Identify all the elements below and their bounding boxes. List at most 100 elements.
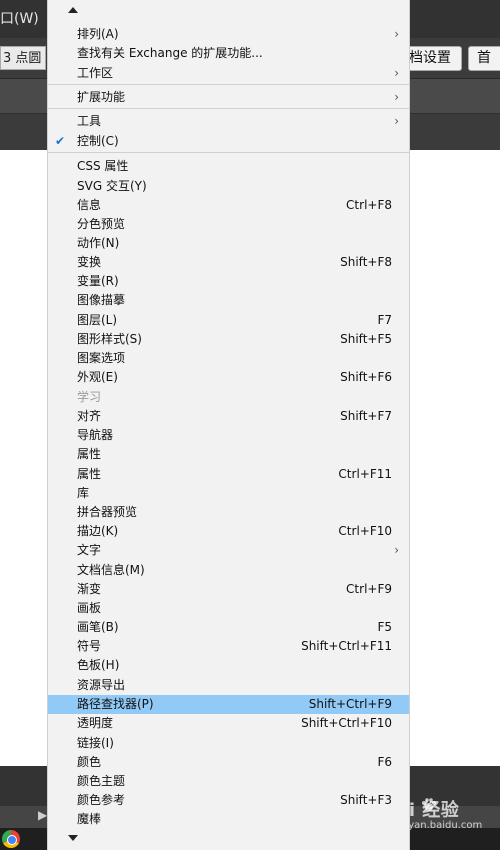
menu-item[interactable]: 颜色主题 xyxy=(48,772,409,791)
menu-item[interactable]: 外观(E) Shift+F6 xyxy=(48,368,409,387)
submenu-arrow-icon: › xyxy=(394,27,399,41)
menu-item[interactable]: 变量(R) xyxy=(48,272,409,291)
menu-item[interactable]: 图像描摹 xyxy=(48,291,409,310)
submenu-arrow-icon: › xyxy=(394,66,399,80)
menu-separator xyxy=(48,108,409,109)
menu-item[interactable]: 工作区 › xyxy=(48,64,409,83)
menu-item-shortcut: F7 xyxy=(377,313,392,327)
menu-item[interactable]: 资源导出 xyxy=(48,676,409,695)
menu-item[interactable]: 排列(A) › xyxy=(48,25,409,44)
submenu-arrow-icon: › xyxy=(394,543,399,557)
scroll-down-button[interactable] xyxy=(48,828,409,848)
window-menu[interactable]: 口(W) xyxy=(0,8,39,28)
illustrator-window: 口(W) 3 点圆 档设置 首 ▶ Bai 经验 jingyan.baidu.c… xyxy=(0,0,500,850)
menu-item[interactable]: 颜色参考 Shift+F3 xyxy=(48,791,409,810)
menu-item[interactable]: 颜色 F6 xyxy=(48,753,409,772)
menu-item-label: 学习 xyxy=(77,390,102,404)
menu-item[interactable]: ✔ 控制(C) xyxy=(48,132,409,151)
menu-item-shortcut: Ctrl+F8 xyxy=(346,198,392,212)
menu-item[interactable]: CSS 属性 xyxy=(48,157,409,176)
menu-item[interactable]: 文档信息(M) xyxy=(48,561,409,580)
menu-item[interactable]: 属性 xyxy=(48,445,409,464)
menu-item-label: 文字 xyxy=(77,543,102,557)
menu-item-shortcut: Ctrl+F11 xyxy=(338,467,392,481)
scroll-up-button[interactable] xyxy=(48,0,409,20)
menu-item[interactable]: 魔棒 xyxy=(48,810,409,829)
menu-item-shortcut: F6 xyxy=(377,755,392,769)
menu-item[interactable]: 透明度 Shift+Ctrl+F10 xyxy=(48,714,409,733)
menu-item-label: 工作区 xyxy=(77,66,114,80)
menu-item-label: 外观(E) xyxy=(77,370,118,384)
menu-item[interactable]: 图形样式(S) Shift+F5 xyxy=(48,330,409,349)
menu-separator xyxy=(48,84,409,85)
point-field[interactable]: 3 点圆 xyxy=(0,46,46,70)
menu-item-label: 链接(I) xyxy=(77,736,114,750)
menu-item[interactable]: 拼合器预览 xyxy=(48,503,409,522)
menu-item-label: 路径查找器(P) xyxy=(77,697,154,711)
menu-separator xyxy=(48,152,409,153)
menu-item[interactable]: 工具 › xyxy=(48,112,409,131)
menu-item[interactable]: 文字 › xyxy=(48,541,409,560)
menu-item-label: 库 xyxy=(77,486,90,500)
menu-item[interactable]: 画笔(B) F5 xyxy=(48,618,409,637)
menu-item[interactable]: 画板 xyxy=(48,599,409,618)
menu-item-label: 排列(A) xyxy=(77,27,119,41)
submenu-arrow-icon: › xyxy=(394,90,399,104)
menu-item-label: 对齐 xyxy=(77,409,102,423)
window-dropdown-menu: 排列(A) › 查找有关 Exchange 的扩展功能... 工作区 › 扩展功能 › 工具 ›… xyxy=(47,0,410,850)
menu-item[interactable]: 属性 Ctrl+F11 xyxy=(48,465,409,484)
menu-item[interactable]: 链接(I) xyxy=(48,734,409,753)
menu-item[interactable]: 分色预览 xyxy=(48,215,409,234)
scroll-up-icon xyxy=(68,7,78,13)
menu-item-label: 图形样式(S) xyxy=(77,332,142,346)
menu-item[interactable]: 变换 Shift+F8 xyxy=(48,253,409,272)
menu-item[interactable]: 色板(H) xyxy=(48,656,409,675)
menu-item[interactable]: 对齐 Shift+F7 xyxy=(48,407,409,426)
menu-item-label: 颜色 xyxy=(77,755,102,769)
menu-item-label: 拼合器预览 xyxy=(77,505,138,519)
menu-item-label: 导航器 xyxy=(77,428,114,442)
menu-item-label: 颜色参考 xyxy=(77,793,126,807)
menu-item-label: 控制(C) xyxy=(77,134,119,148)
menu-item: 学习 xyxy=(48,388,409,407)
menu-item-shortcut: Shift+F3 xyxy=(340,793,392,807)
menu-item[interactable]: 路径查找器(P) Shift+Ctrl+F9 xyxy=(48,695,409,714)
status-arrow-icon[interactable]: ▶ xyxy=(38,808,47,822)
menu-item-label: 画板 xyxy=(77,601,102,615)
menu-item-label: 扩展功能 xyxy=(77,90,126,104)
menu-item-label: 画笔(B) xyxy=(77,620,119,634)
menu-item[interactable]: SVG 交互(Y) xyxy=(48,177,409,196)
menu-item-label: 分色预览 xyxy=(77,217,126,231)
browser-icon[interactable] xyxy=(2,830,20,848)
preferences-button[interactable]: 首 xyxy=(468,46,500,71)
menu-item[interactable]: 图层(L) F7 xyxy=(48,311,409,330)
menu-item[interactable]: 信息 Ctrl+F8 xyxy=(48,196,409,215)
menu-item-label: CSS 属性 xyxy=(77,159,129,173)
menu-item-label: 工具 xyxy=(77,114,102,128)
scroll-down-icon xyxy=(68,835,78,841)
menu-item-label: 文档信息(M) xyxy=(77,563,145,577)
menu-item-label: 查找有关 Exchange 的扩展功能... xyxy=(77,46,263,60)
menu-item-shortcut: F5 xyxy=(377,620,392,634)
checkmark-icon: ✔ xyxy=(55,134,66,148)
menu-item-shortcut: Shift+F6 xyxy=(340,370,392,384)
menu-item-label: 信息 xyxy=(77,198,102,212)
menu-item[interactable]: 导航器 xyxy=(48,426,409,445)
menu-item[interactable]: 库 xyxy=(48,484,409,503)
menu-item-shortcut: Shift+F7 xyxy=(340,409,392,423)
menu-item-label: 符号 xyxy=(77,639,102,653)
menu-item[interactable]: 动作(N) xyxy=(48,234,409,253)
menu-item[interactable]: 描边(K) Ctrl+F10 xyxy=(48,522,409,541)
menu-item-label: SVG 交互(Y) xyxy=(77,179,147,193)
menu-item[interactable]: 查找有关 Exchange 的扩展功能... xyxy=(48,44,409,63)
menu-item-label: 属性 xyxy=(77,467,102,481)
menu-item-label: 描边(K) xyxy=(77,524,119,538)
menu-item[interactable]: 图案选项 xyxy=(48,349,409,368)
submenu-arrow-icon: › xyxy=(394,114,399,128)
menu-item-shortcut: Shift+Ctrl+F10 xyxy=(301,716,392,730)
menu-item[interactable]: 渐变 Ctrl+F9 xyxy=(48,580,409,599)
menu-item-shortcut: Shift+Ctrl+F9 xyxy=(308,697,392,711)
menu-item-label: 变换 xyxy=(77,255,102,269)
menu-item[interactable]: 符号 Shift+Ctrl+F11 xyxy=(48,637,409,656)
menu-item[interactable]: 扩展功能 › xyxy=(48,88,409,107)
